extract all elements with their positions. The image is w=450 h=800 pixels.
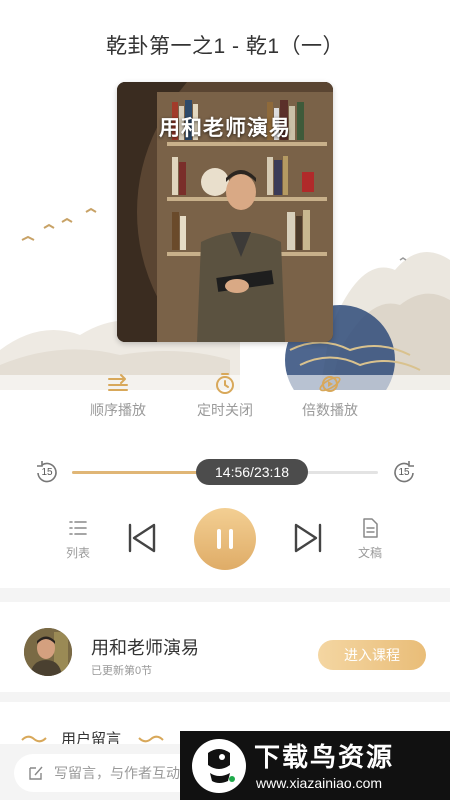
document-icon [363,518,378,538]
sequential-play-label: 顺序播放 [90,402,146,418]
transcript-button[interactable]: 文稿 [350,517,390,562]
timer-close-label: 定时关闭 [197,402,253,418]
cover-title: 用和老师演易 [159,117,291,140]
playback-speed-label: 倍数播放 [302,402,358,418]
previous-icon [128,523,156,553]
bird-logo-icon [208,749,235,783]
cover-image: 用和老师演易 [117,82,333,342]
track-title: 乾卦第一之1 - 乾1（一） [105,35,345,58]
avatar-photo [24,628,72,676]
sequential-play-icon [108,374,128,391]
edit-icon [29,766,43,780]
playback-options: 顺序播放 定时关闭 倍数播放 [0,372,450,422]
enter-course-button[interactable]: 进入课程 [318,640,426,670]
pause-icon [217,529,233,549]
list-icon [69,521,87,535]
watermark-banner: 下载鸟资源 www.xiazainiao.com [180,731,450,800]
timer-close-button[interactable]: 定时关闭 [180,372,270,420]
pause-button[interactable] [194,508,256,570]
cloud-ornament-left-icon [21,735,47,743]
playlist-label: 列表 [65,546,90,560]
skip-forward-button[interactable]: 15 [390,459,418,487]
next-icon [294,523,322,553]
playlist-button[interactable]: 列表 [58,517,98,562]
timer-icon [216,373,234,394]
watermark-title: 下载鸟资源 [254,742,395,772]
skip-forward-seconds: 15 [398,467,410,478]
previous-track-button[interactable] [126,521,158,555]
skip-back-button[interactable]: 15 [33,459,61,487]
author-name[interactable]: 用和老师演易 [91,634,199,660]
watermark-logo [192,739,246,793]
watermark-url: www.xiazainiao.com [256,775,383,791]
transcript-label: 文稿 [357,546,382,560]
next-track-button[interactable] [292,521,324,555]
progress-time-thumb[interactable]: 14:56/23:18 [196,459,308,485]
playback-controls: 列表 文稿 [0,505,450,575]
playback-speed-button[interactable]: 倍数播放 [285,372,375,420]
skip-back-seconds: 15 [41,467,53,478]
cloud-ornament-right-icon [138,735,164,743]
player-panel: 乾卦第一之1 - 乾1（一） 用和老师演易 顺序播放 定时关闭 倍数播放 15 … [0,0,450,588]
avatar[interactable] [24,628,72,676]
progress-section: 15 14:56/23:18 15 [0,455,450,491]
sequential-play-button[interactable]: 顺序播放 [73,372,163,420]
author-card: 用和老师演易 已更新第0节 进入课程 [0,602,450,692]
update-status: 已更新第0节 [91,665,153,677]
playback-speed-icon [319,376,341,392]
